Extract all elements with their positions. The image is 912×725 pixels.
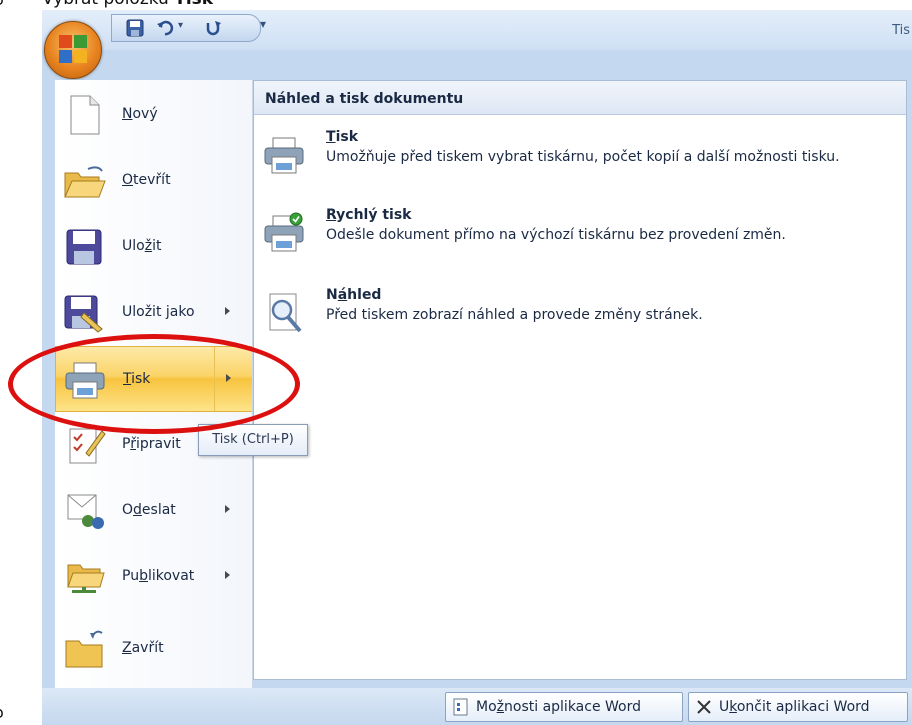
exit-word-label: Ukončit aplikaci Word bbox=[719, 699, 870, 715]
menu-item-print[interactable]: Tisk bbox=[55, 346, 252, 412]
print-submenu-area[interactable] bbox=[214, 347, 252, 411]
instruction-bullet: o bbox=[0, 0, 4, 9]
panel-item-title: Rychlý tisk bbox=[326, 207, 412, 223]
menu-item-label: Tisk bbox=[123, 371, 151, 387]
close-icon bbox=[697, 700, 711, 714]
menu-item-new[interactable]: Nový bbox=[55, 82, 252, 148]
save-icon[interactable] bbox=[126, 19, 144, 37]
print-submenu-panel bbox=[253, 80, 907, 680]
menu-item-save-as[interactable]: Uložit jako bbox=[55, 280, 252, 346]
menu-item-close[interactable]: Zavřít bbox=[55, 616, 252, 682]
menu-item-label: Otevřít bbox=[122, 172, 171, 188]
undo-dropdown-icon[interactable]: ▾ bbox=[178, 20, 183, 31]
menu-item-label: Publikovat bbox=[122, 568, 195, 584]
office-menu-commands: Nový Otevřít Uložit Uložit jako Tisk Při… bbox=[55, 80, 253, 688]
panel-item-title: Náhled bbox=[326, 287, 382, 303]
instruction-text: Vybrat položku Tisk bbox=[42, 0, 213, 9]
submenu-arrow-icon bbox=[225, 505, 230, 513]
printer-icon bbox=[65, 362, 105, 399]
panel-item-title: Tisk bbox=[326, 129, 359, 145]
office-button[interactable] bbox=[44, 21, 102, 79]
exit-word-button[interactable]: Ukončit aplikaci Word bbox=[688, 692, 908, 722]
quick-print-icon bbox=[264, 212, 304, 252]
submenu-arrow-icon bbox=[226, 374, 231, 382]
new-document-icon bbox=[70, 95, 100, 135]
publish-folder-icon bbox=[67, 564, 105, 593]
window-title: Tis bbox=[892, 23, 910, 38]
menu-item-label: Zavřít bbox=[122, 640, 164, 656]
tooltip: Tisk (Ctrl+P) bbox=[198, 424, 308, 456]
print-preview-icon bbox=[269, 293, 302, 333]
menu-item-publish[interactable]: Publikovat bbox=[55, 544, 252, 610]
menu-item-open[interactable]: Otevřít bbox=[55, 148, 252, 214]
panel-item-description: Odešle dokument přímo na výchozí tiskárn… bbox=[326, 227, 786, 243]
panel-title: Náhled a tisk dokumentu bbox=[265, 91, 464, 107]
submenu-arrow-icon bbox=[225, 307, 230, 315]
redo-icon[interactable] bbox=[204, 19, 222, 37]
instruction-prefix: Vybrat položku bbox=[42, 0, 174, 9]
word-options-button[interactable]: Možnosti aplikace Word bbox=[445, 692, 683, 722]
menu-item-label: Připravit bbox=[122, 436, 181, 452]
quick-access-toolbar: ▾ bbox=[111, 14, 261, 42]
panel-item-description: Před tiskem zobrazí náhled a provede změ… bbox=[326, 307, 703, 323]
prepare-icon bbox=[69, 428, 106, 464]
customize-qat-icon[interactable]: ▾ bbox=[260, 17, 266, 31]
printer-icon bbox=[264, 137, 304, 174]
undo-icon[interactable] bbox=[156, 19, 174, 37]
menu-item-save[interactable]: Uložit bbox=[55, 214, 252, 280]
panel-item-description: Umožňuje před tiskem vybrat tiskárnu, po… bbox=[326, 149, 840, 165]
office-logo-icon bbox=[59, 35, 87, 63]
menu-item-label: Nový bbox=[122, 106, 158, 122]
menu-item-send[interactable]: Odeslat bbox=[55, 478, 252, 544]
submenu-arrow-icon bbox=[225, 571, 230, 579]
word-options-label: Možnosti aplikace Word bbox=[476, 699, 642, 715]
save-as-icon bbox=[64, 295, 103, 333]
list-bullet: o bbox=[0, 703, 4, 722]
send-icon bbox=[67, 494, 104, 529]
save-disk-icon bbox=[66, 229, 102, 265]
menu-item-label: Uložit bbox=[122, 238, 162, 254]
menu-item-label: Uložit jako bbox=[122, 304, 195, 320]
instruction-bold: Tisk bbox=[174, 0, 213, 9]
close-folder-icon bbox=[65, 630, 103, 668]
open-folder-icon bbox=[64, 166, 106, 198]
options-icon bbox=[453, 698, 468, 716]
menu-item-label: Odeslat bbox=[122, 502, 176, 518]
